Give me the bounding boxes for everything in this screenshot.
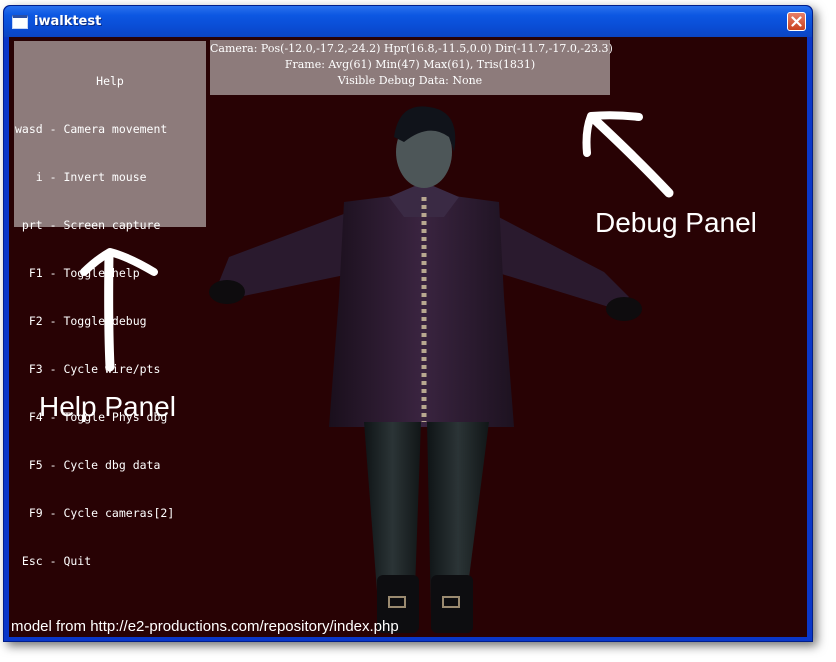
title-bar[interactable]: iwalktest (4, 6, 812, 37)
window-icon (12, 15, 28, 29)
debug-arrow-icon (582, 111, 674, 198)
window-title: iwalktest (34, 14, 102, 29)
close-button[interactable] (787, 12, 806, 31)
help-panel-annotation: Help Panel (39, 391, 176, 422)
help-line-cycle-dbg-data: F5 - Cycle dbg data (15, 458, 161, 472)
help-line-invert-mouse: i - Invert mouse (15, 170, 147, 184)
close-icon (791, 16, 802, 27)
debug-panel-annotation: Debug Panel (595, 207, 757, 238)
debug-frame-line: Frame: Avg(61) Min(47) Max(61), Tris(183… (284, 58, 536, 71)
help-line-screen-capture: prt - Screen capture (15, 218, 161, 232)
debug-camera-line: Camera: Pos(-12.0,-17.2,-24.2) Hpr(16.8,… (210, 42, 613, 55)
help-arrow-icon (80, 248, 158, 372)
help-line-camera-movement: wasd - Camera movement (15, 122, 168, 136)
model-credit: model from http://e2-productions.com/rep… (11, 618, 399, 635)
help-title: Help (96, 74, 124, 88)
app-window: iwalktest Help wasd - Camera movement i … (3, 5, 813, 642)
debug-panel: Camera: Pos(-12.0,-17.2,-24.2) Hpr(16.8,… (210, 40, 613, 95)
help-line-quit: Esc - Quit (15, 554, 92, 568)
help-line-cycle-cameras: F9 - Cycle cameras[2] (15, 506, 175, 520)
help-panel: Help wasd - Camera movement i - Invert m… (14, 41, 206, 568)
debug-visible-data-line: Visible Debug Data: None (337, 74, 483, 87)
render-viewport[interactable]: Help wasd - Camera movement i - Invert m… (9, 37, 807, 637)
